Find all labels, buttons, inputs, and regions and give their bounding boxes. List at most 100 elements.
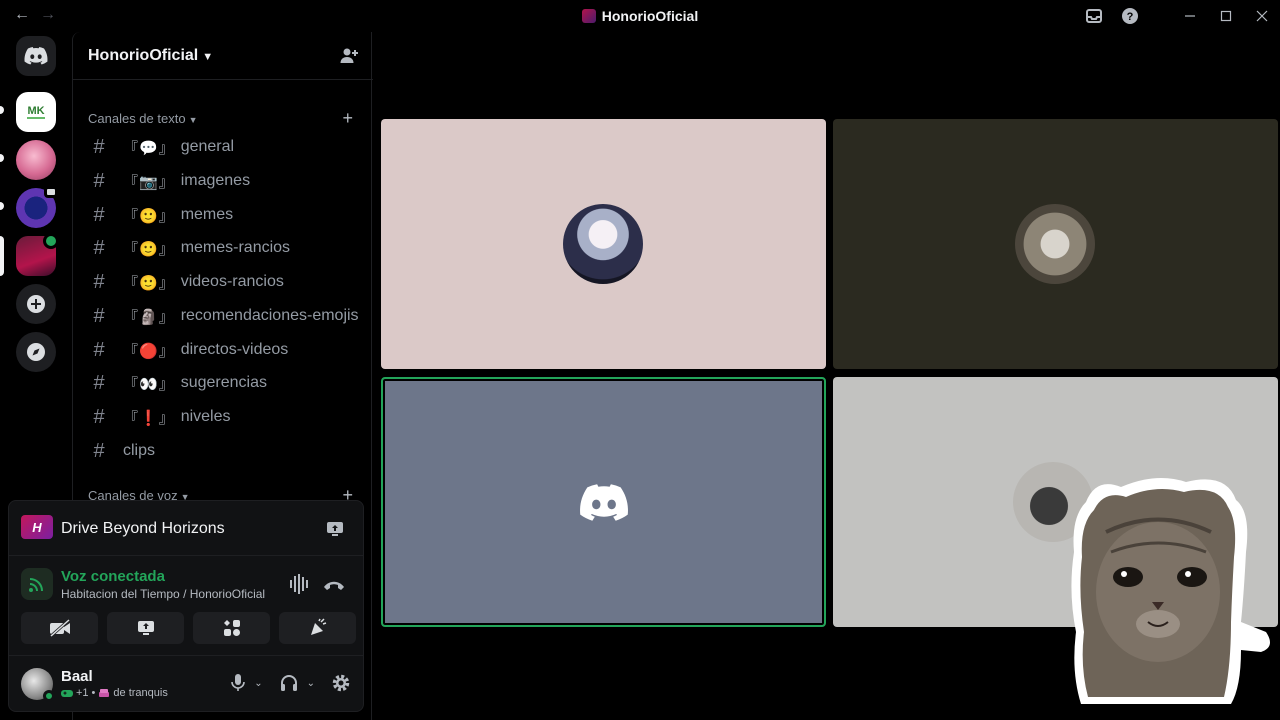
participant-avatar bbox=[1015, 204, 1095, 284]
channel-name: directos-videos bbox=[180, 341, 289, 358]
hash-icon: # bbox=[93, 338, 105, 361]
server-anime-icon[interactable] bbox=[16, 140, 56, 180]
channel-memes[interactable]: # 『🙂』 memes bbox=[81, 199, 365, 231]
hash-icon: # bbox=[93, 371, 105, 394]
channel-emoji: 『🙂』 bbox=[123, 240, 175, 258]
headphones-icon[interactable] bbox=[279, 672, 299, 694]
soundboard-icon[interactable] bbox=[279, 612, 356, 644]
game-count: +1 bbox=[76, 687, 89, 699]
title-bar: ← → HonorioOficial ? bbox=[0, 0, 1280, 32]
disconnect-icon[interactable] bbox=[323, 578, 345, 590]
status-separator: • bbox=[91, 687, 96, 699]
server-game-icon[interactable] bbox=[16, 186, 58, 228]
server-name[interactable]: HonorioOficial ▼ bbox=[88, 47, 213, 65]
custom-status: de tranquis bbox=[113, 687, 168, 699]
maximize-icon[interactable] bbox=[1208, 0, 1244, 32]
channel-name: general bbox=[180, 138, 235, 155]
activity-icon[interactable] bbox=[193, 612, 270, 644]
discord-logo-icon bbox=[579, 484, 629, 527]
online-status-icon bbox=[43, 690, 55, 702]
discord-home-icon[interactable] bbox=[16, 36, 56, 76]
channel-name: videos-rancios bbox=[180, 273, 284, 290]
channel-emoji: 『🙂』 bbox=[123, 274, 175, 292]
voice-active-icon bbox=[43, 233, 59, 249]
mic-icon[interactable] bbox=[230, 672, 246, 694]
minimize-icon[interactable] bbox=[1172, 0, 1208, 32]
chevron-down-icon[interactable]: ⌄ bbox=[254, 678, 262, 689]
gamepad-icon bbox=[61, 690, 73, 697]
chevron-down-icon: ▼ bbox=[202, 51, 214, 63]
participant-tile[interactable] bbox=[381, 119, 826, 369]
channel-name: memes bbox=[180, 206, 234, 223]
help-icon[interactable]: ? bbox=[1112, 0, 1148, 32]
hash-icon: # bbox=[93, 135, 105, 158]
screen-icon bbox=[44, 186, 58, 198]
add-server-icon[interactable] bbox=[16, 284, 56, 324]
channel-emoji: 『🗿』 bbox=[123, 308, 175, 326]
screen-share-icon[interactable] bbox=[325, 519, 345, 539]
activity-name: Drive Beyond Horizons bbox=[61, 520, 225, 537]
channel-sugerencias[interactable]: # 『👀』 sugerencias bbox=[81, 367, 365, 399]
channel-emoji: 『🙂』 bbox=[123, 207, 175, 225]
chevron-down-icon: ▼ bbox=[188, 115, 198, 125]
category-text-channels[interactable]: Canales de texto ▼ bbox=[88, 111, 198, 126]
channel-emoji: 『📷』 bbox=[123, 173, 175, 191]
channel-name: imagenes bbox=[180, 172, 251, 189]
unread-pill bbox=[0, 154, 4, 162]
camera-off-icon[interactable] bbox=[21, 612, 98, 644]
channel-emoji: 『🔴』 bbox=[123, 342, 175, 360]
channel-general[interactable]: # 『💬』 general bbox=[81, 131, 365, 163]
noise-icon[interactable] bbox=[289, 574, 311, 594]
channel-directos-videos[interactable]: # 『🔴』 directos-videos bbox=[81, 334, 365, 366]
category-label: Canales de texto bbox=[88, 111, 186, 126]
hash-icon: # bbox=[93, 439, 105, 462]
signal-icon[interactable] bbox=[21, 568, 53, 600]
explore-icon[interactable] bbox=[16, 332, 56, 372]
close-icon[interactable] bbox=[1244, 0, 1280, 32]
channel-niveles[interactable]: # 『❗』 niveles bbox=[81, 401, 365, 433]
channel-emoji: 『💬』 bbox=[123, 139, 175, 157]
svg-text:?: ? bbox=[1127, 11, 1134, 23]
window-controls: ? bbox=[1076, 0, 1280, 32]
server-mk-icon[interactable]: MK bbox=[16, 92, 56, 132]
invite-icon[interactable] bbox=[339, 46, 359, 66]
server-small-icon bbox=[581, 9, 596, 23]
inbox-icon[interactable] bbox=[1076, 0, 1112, 32]
chevron-down-icon[interactable]: ⌄ bbox=[307, 678, 315, 689]
participant-tile-speaking[interactable] bbox=[381, 377, 826, 627]
window-title-text: HonorioOficial bbox=[601, 8, 699, 24]
hash-icon: # bbox=[93, 203, 105, 226]
couch-icon bbox=[99, 689, 110, 697]
game-logo: H bbox=[21, 515, 53, 539]
user-status[interactable]: +1 • de tranquis bbox=[61, 687, 168, 699]
channel-imagenes[interactable]: # 『📷』 imagenes bbox=[81, 165, 365, 197]
channel-videos-rancios[interactable]: # 『🙂』 videos-rancios bbox=[81, 266, 365, 298]
hash-icon: # bbox=[93, 405, 105, 428]
channel-name: niveles bbox=[180, 408, 231, 425]
channel-memes-rancios[interactable]: # 『🙂』 memes-rancios bbox=[81, 232, 365, 264]
hash-icon: # bbox=[93, 236, 105, 259]
voice-action-buttons bbox=[21, 612, 356, 644]
channel-name: clips bbox=[123, 442, 156, 459]
channel-emoji: 『❗』 bbox=[123, 409, 175, 427]
activity-panel: H Drive Beyond Horizons bbox=[8, 500, 364, 556]
channel-emoji: 『👀』 bbox=[123, 375, 175, 393]
voice-room-label[interactable]: Habitacion del Tiempo / HonorioOficial bbox=[61, 587, 265, 601]
channel-name: memes-rancios bbox=[180, 239, 291, 256]
voice-connected-label[interactable]: Voz conectada bbox=[61, 568, 165, 585]
user-panel: Baal +1 • de tranquis ⌄ ⌄ bbox=[8, 656, 364, 712]
channel-name: sugerencias bbox=[180, 374, 267, 391]
svg-text:MK: MK bbox=[27, 105, 44, 117]
username[interactable]: Baal bbox=[61, 668, 93, 685]
participant-tile[interactable] bbox=[833, 119, 1278, 369]
unread-pill bbox=[0, 106, 4, 114]
server-header[interactable]: HonorioOficial ▼ bbox=[73, 32, 373, 80]
screen-share-icon[interactable] bbox=[107, 612, 184, 644]
channel-clips[interactable]: # clips bbox=[81, 435, 365, 467]
server-honorio-icon[interactable] bbox=[16, 233, 59, 276]
hash-icon: # bbox=[93, 304, 105, 327]
channel-recomendaciones-emojis[interactable]: # 『🗿』 recomendaciones-emojis bbox=[81, 300, 365, 332]
settings-icon[interactable] bbox=[331, 672, 351, 694]
create-channel-icon[interactable]: + bbox=[342, 108, 353, 129]
hash-icon: # bbox=[93, 270, 105, 293]
